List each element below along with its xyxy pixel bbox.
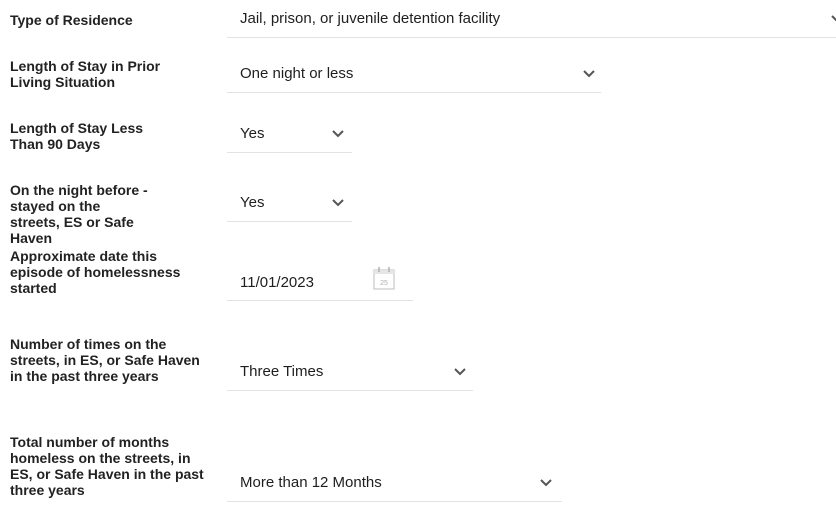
night-before-select[interactable]: Yes [227,186,352,222]
length-of-stay-prior-select[interactable]: One night or less [227,57,601,93]
night-before-value: Yes [240,194,265,211]
chevron-down-icon [831,15,836,22]
total-months-homeless-value: More than 12 Months [240,474,382,491]
number-of-times-value: Three Times [240,363,324,380]
length-of-stay-less-than-90-label: Length of Stay Less Than 90 Days [10,120,144,152]
chevron-down-icon [540,479,552,487]
type-of-residence-select[interactable]: Jail, prison, or juvenile detention faci… [227,2,836,38]
type-of-residence-label: Type of Residence [10,12,133,28]
approximate-date-label: Approximate date this episode of homeles… [10,248,181,296]
calendar-icon[interactable]: 25 [372,265,396,291]
chevron-down-icon [454,368,466,376]
length-of-stay-prior-value: One night or less [240,65,354,82]
number-of-times-label: Number of times on the streets, in ES, o… [10,336,200,384]
length-of-stay-less-than-90-select[interactable]: Yes [227,117,352,153]
length-of-stay-less-than-90-value: Yes [240,125,265,142]
approximate-date-input[interactable]: 11/01/2023 25 [227,265,413,301]
length-of-stay-prior-label: Length of Stay in Prior Living Situation [10,58,161,90]
number-of-times-select[interactable]: Three Times [227,355,473,391]
night-before-label: On the night before - stayed on the stre… [10,182,148,246]
chevron-down-icon [332,199,344,207]
total-months-homeless-label: Total number of months homeless on the s… [10,434,204,498]
type-of-residence-value: Jail, prison, or juvenile detention faci… [240,10,501,27]
approximate-date-value: 11/01/2023 [240,274,314,291]
total-months-homeless-select[interactable]: More than 12 Months [227,466,562,502]
chevron-down-icon [332,130,344,138]
calendar-icon-day: 25 [380,280,388,287]
chevron-down-icon [583,70,595,78]
